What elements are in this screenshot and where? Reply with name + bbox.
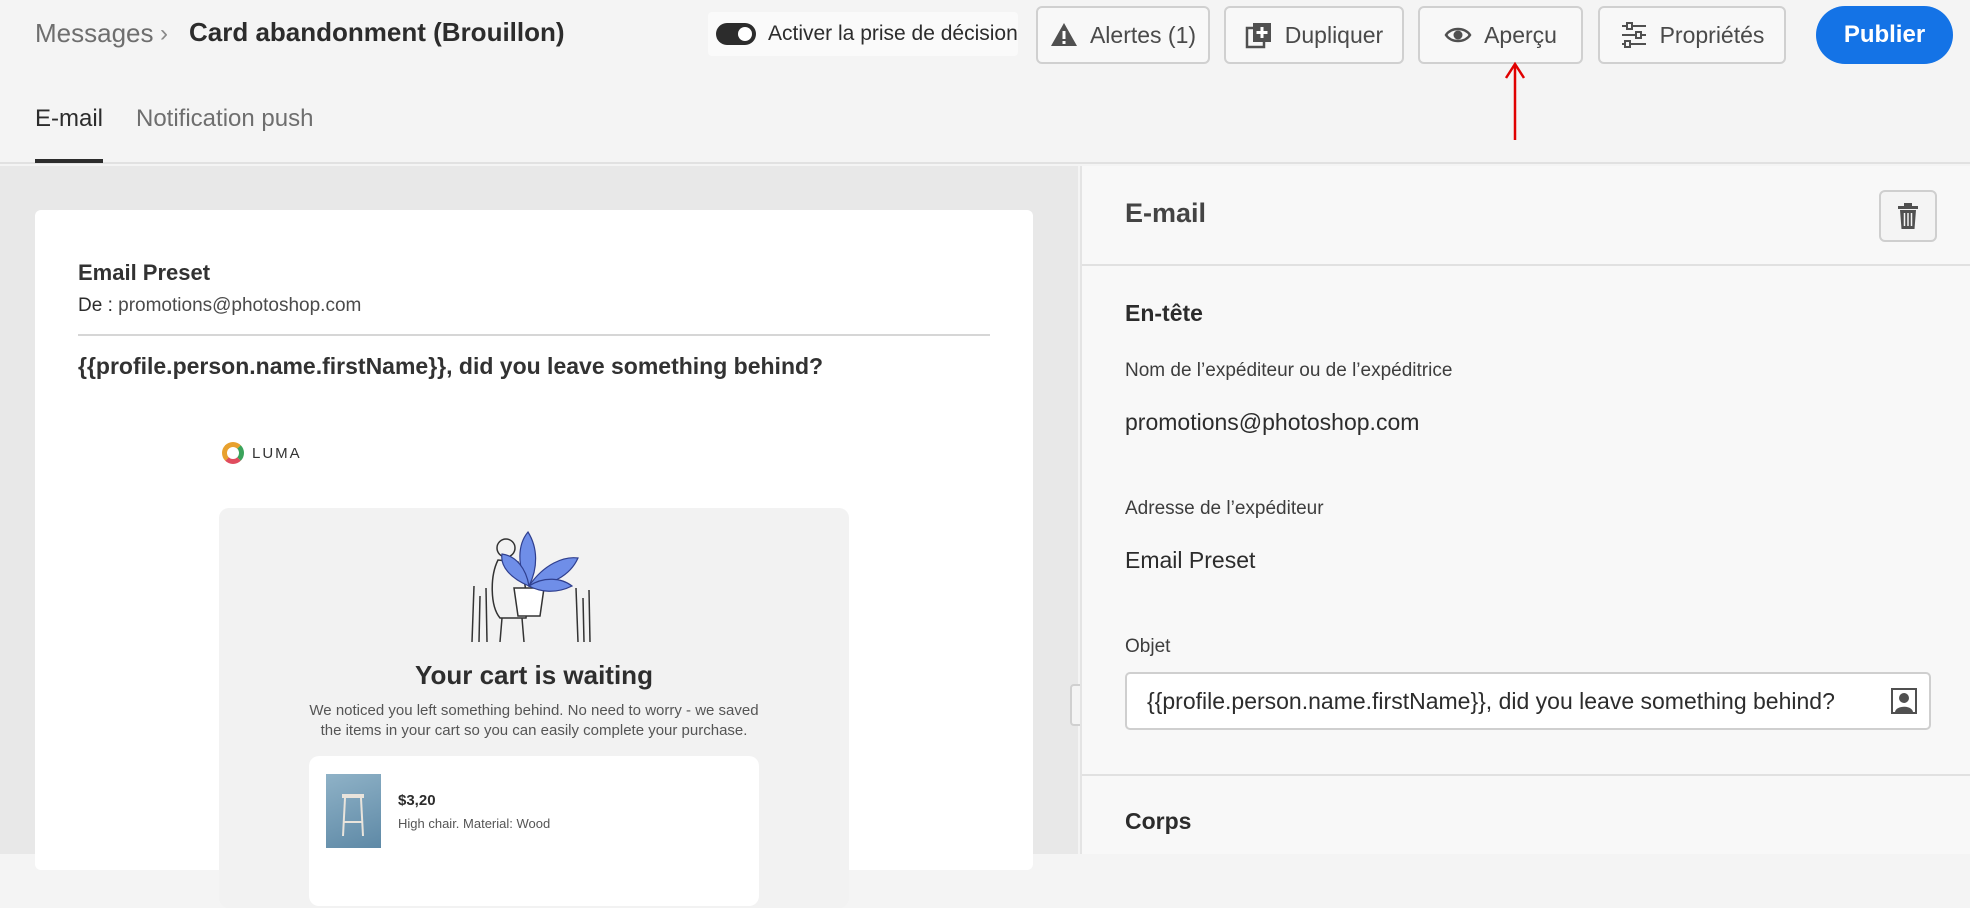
top-bar: Messages › Card abandonment (Brouillon) …: [0, 0, 1970, 70]
publish-button[interactable]: Publier: [1816, 6, 1953, 64]
stool-icon: [342, 794, 364, 837]
preview-from-address: promotions@photoshop.com: [118, 295, 362, 316]
product-description: High chair. Material: Wood: [398, 816, 551, 831]
product-image: [326, 774, 381, 848]
cart-reminder-block: Your cart is waiting We noticed you left…: [219, 508, 849, 908]
tab-push-notification[interactable]: Notification push: [136, 105, 313, 133]
duplicate-button[interactable]: Dupliquer: [1224, 6, 1404, 64]
page-title: Card abandonment (Brouillon): [189, 17, 565, 47]
divider: [78, 334, 990, 336]
luma-logo-icon: [222, 442, 244, 464]
alerts-button-label: Alertes (1): [1089, 21, 1197, 48]
duplicate-button-label: Dupliquer: [1284, 21, 1384, 48]
sender-address-label: Adresse de l’expéditeur: [1125, 498, 1324, 519]
duplicate-icon: [1245, 23, 1271, 49]
sliders-icon: [1621, 22, 1646, 48]
decision-toggle-switch[interactable]: [716, 23, 756, 45]
email-properties-panel: E-mail En-tête Nom de l’expéditeur ou de…: [1080, 166, 1970, 854]
alerts-button[interactable]: Alertes (1): [1036, 6, 1210, 64]
panel-divider-2: [1082, 774, 1970, 776]
preview-button[interactable]: Aperçu: [1418, 6, 1583, 64]
delete-button[interactable]: [1879, 190, 1937, 242]
sender-name-value: promotions@photoshop.com: [1125, 409, 1420, 435]
breadcrumb-messages-link[interactable]: Messages: [35, 18, 154, 49]
properties-button-label: Propriétés: [1659, 21, 1765, 48]
warning-icon: [1050, 23, 1077, 46]
luma-logo: LUMA: [222, 442, 302, 464]
subject-field-value: {{profile.person.name.firstName}}, did y…: [1147, 688, 1835, 714]
subject-label: Objet: [1125, 636, 1171, 657]
email-preview-card: Email Preset De : promotions@photoshop.c…: [35, 210, 1033, 908]
decision-toggle-label: Activer la prise de décision: [768, 22, 1018, 45]
panel-title: E-mail: [1125, 198, 1207, 228]
decision-toggle-container[interactable]: Activer la prise de décision: [708, 12, 1018, 56]
preview-sender-name: Email Preset: [78, 260, 211, 285]
cart-text: We noticed you left something behind. No…: [309, 702, 759, 739]
tab-email[interactable]: E-mail: [35, 105, 103, 133]
plant-illustration-icon: [471, 530, 591, 643]
subject-field[interactable]: {{profile.person.name.firstName}}, did y…: [1125, 672, 1931, 730]
product-card: $3,20 High chair. Material: Wood: [309, 756, 759, 906]
trash-icon: [1898, 203, 1918, 229]
preview-from-line: De : promotions@photoshop.com: [78, 295, 361, 317]
eye-icon: [1444, 27, 1472, 43]
preview-button-label: Aperçu: [1484, 21, 1557, 48]
channel-tabs: E-mail Notification push: [0, 70, 1970, 164]
panel-divider: [1082, 264, 1970, 266]
active-tab-indicator: [35, 159, 103, 163]
properties-button[interactable]: Propriétés: [1598, 6, 1786, 64]
email-preview-canvas: Email Preset De : promotions@photoshop.c…: [0, 166, 1078, 908]
preview-subject: {{profile.person.name.firstName}}, did y…: [78, 353, 824, 379]
product-price: $3,20: [398, 792, 436, 809]
cart-title: Your cart is waiting: [415, 660, 653, 690]
body-section-title: Corps: [1125, 808, 1192, 834]
header-section-title: En-tête: [1125, 300, 1203, 326]
luma-logo-text: LUMA: [252, 444, 302, 462]
sender-name-label: Nom de l’expéditeur ou de l’expéditrice: [1125, 360, 1453, 381]
sender-address-value: Email Preset: [1125, 547, 1256, 573]
breadcrumb-separator: ›: [160, 20, 168, 47]
personalization-icon[interactable]: [1891, 688, 1917, 714]
preview-from-prefix: De :: [78, 295, 113, 316]
